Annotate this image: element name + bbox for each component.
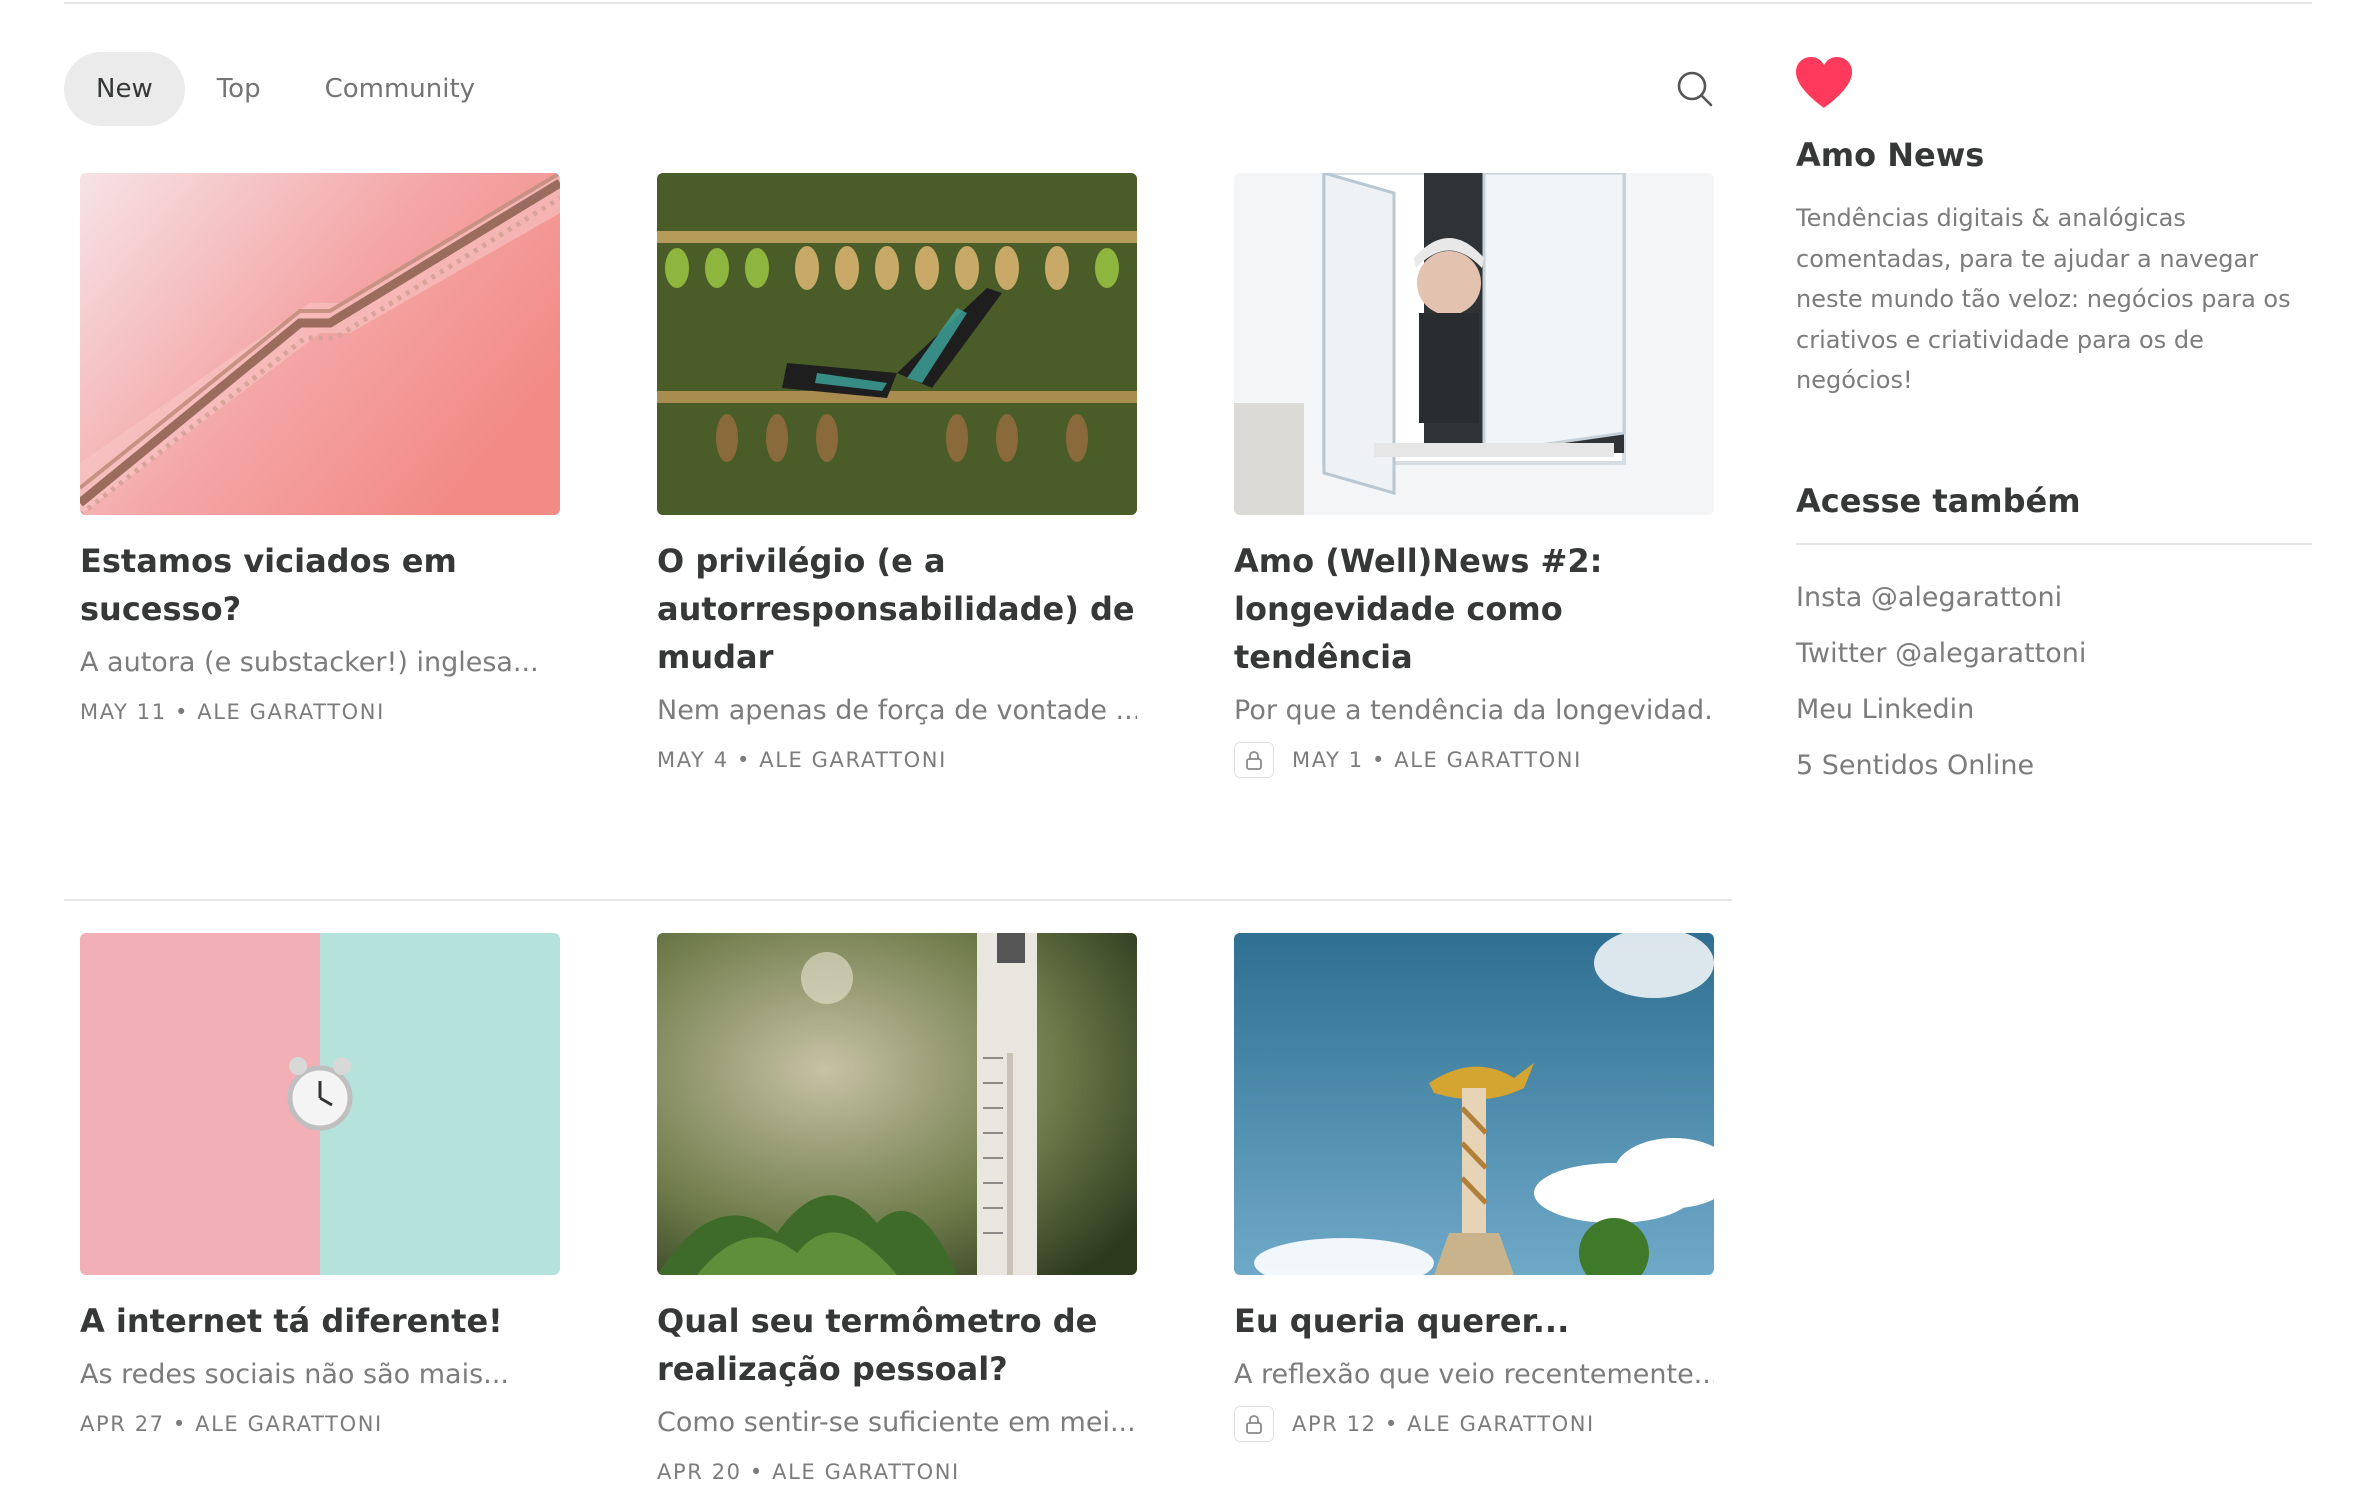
post-meta: MAY 11 • ALE GARATTONI [80, 695, 560, 729]
post-meta: MAY 4 • ALE GARATTONI [657, 743, 1137, 777]
post-thumbnail-clock[interactable] [80, 933, 560, 1275]
post-thumbnail-window[interactable] [1234, 173, 1714, 515]
post-subtitle[interactable]: As redes sociais não são mais... [80, 1355, 560, 1395]
post-meta: MAY 1 • ALE GARATTONI [1234, 742, 1714, 778]
post-subtitle[interactable]: Por que a tendência da longevidad... [1234, 691, 1714, 731]
post-author[interactable]: ALE GARATTONI [197, 700, 385, 724]
post-date: MAY 1 [1292, 748, 1364, 772]
external-links-list: Insta @alegarattoni Twitter @alegaratton… [1796, 578, 2086, 802]
post-title[interactable]: Eu queria querer... [1234, 1275, 1714, 1345]
post-meta: APR 27 • ALE GARATTONI [80, 1407, 560, 1441]
meta-separator: • [741, 1460, 773, 1484]
post-card[interactable]: Amo (Well)News #2: longevidade como tend… [1234, 173, 1714, 778]
post-date: APR 27 [80, 1412, 165, 1436]
post-date: MAY 4 [657, 748, 729, 772]
post-title[interactable]: A internet tá diferente! [80, 1275, 560, 1345]
post-card[interactable]: Estamos viciados em sucesso? A autora (e… [80, 173, 560, 729]
search-icon[interactable] [1676, 70, 1714, 108]
post-card[interactable]: A internet tá diferente! As redes sociai… [80, 933, 560, 1441]
post-date: APR 20 [657, 1460, 742, 1484]
post-title[interactable]: Qual seu termômetro de realização pessoa… [657, 1275, 1137, 1393]
post-author[interactable]: ALE GARATTONI [1394, 748, 1582, 772]
meta-separator: • [166, 700, 198, 724]
post-author[interactable]: ALE GARATTONI [772, 1460, 960, 1484]
post-meta: APR 12 • ALE GARATTONI [1234, 1406, 1714, 1442]
tab-community[interactable]: Community [293, 52, 507, 126]
meta-separator: • [1363, 748, 1395, 772]
post-subtitle[interactable]: A autora (e substacker!) inglesa... [80, 643, 560, 683]
post-author[interactable]: ALE GARATTONI [1407, 1412, 1595, 1436]
post-subtitle[interactable]: Como sentir-se suficiente em mei... [657, 1403, 1137, 1443]
publication-name[interactable]: Amo News [1796, 136, 1984, 174]
meta-separator: • [1376, 1412, 1408, 1436]
post-filter-tabs: New Top Community [64, 52, 507, 126]
post-thumbnail-lamp[interactable] [1234, 933, 1714, 1275]
top-divider [64, 2, 2312, 4]
links-divider [1796, 543, 2312, 545]
post-meta: APR 20 • ALE GARATTONI [657, 1455, 1137, 1489]
post-author[interactable]: ALE GARATTONI [759, 748, 947, 772]
lock-icon [1234, 742, 1274, 778]
post-date: APR 12 [1292, 1412, 1377, 1436]
post-title[interactable]: O privilégio (e a autorresponsabilidade)… [657, 515, 1137, 681]
meta-separator: • [728, 748, 760, 772]
post-author[interactable]: ALE GARATTONI [195, 1412, 383, 1436]
links-heading: Acesse também [1796, 482, 2081, 520]
link-linkedin[interactable]: Meu Linkedin [1796, 690, 2086, 746]
post-thumbnail-thermometer[interactable] [657, 933, 1137, 1275]
link-5-sentidos[interactable]: 5 Sentidos Online [1796, 746, 2086, 802]
link-twitter[interactable]: Twitter @alegarattoni [1796, 634, 2086, 690]
link-instagram[interactable]: Insta @alegarattoni [1796, 578, 2086, 634]
tab-new[interactable]: New [64, 52, 185, 126]
post-card[interactable]: Qual seu termômetro de realização pessoa… [657, 933, 1137, 1489]
post-subtitle[interactable]: A reflexão que veio recentemente... [1234, 1355, 1714, 1395]
heart-icon [1796, 57, 1852, 108]
row-divider [64, 899, 1732, 901]
lock-icon [1234, 1406, 1274, 1442]
publication-description: Tendências digitais & analógicas comenta… [1796, 204, 2291, 394]
meta-separator: • [164, 1412, 196, 1436]
tab-top[interactable]: Top [185, 52, 293, 126]
post-thumbnail-butterfly[interactable] [657, 173, 1137, 515]
post-card[interactable]: Eu queria querer... A reflexão que veio … [1234, 933, 1714, 1442]
post-title[interactable]: Estamos viciados em sucesso? [80, 515, 560, 633]
post-thumbnail-escalator[interactable] [80, 173, 560, 515]
post-title[interactable]: Amo (Well)News #2: longevidade como tend… [1234, 515, 1714, 681]
post-date: MAY 11 [80, 700, 167, 724]
post-subtitle[interactable]: Nem apenas de força de vontade ... [657, 691, 1137, 731]
post-card[interactable]: O privilégio (e a autorresponsabilidade)… [657, 173, 1137, 777]
